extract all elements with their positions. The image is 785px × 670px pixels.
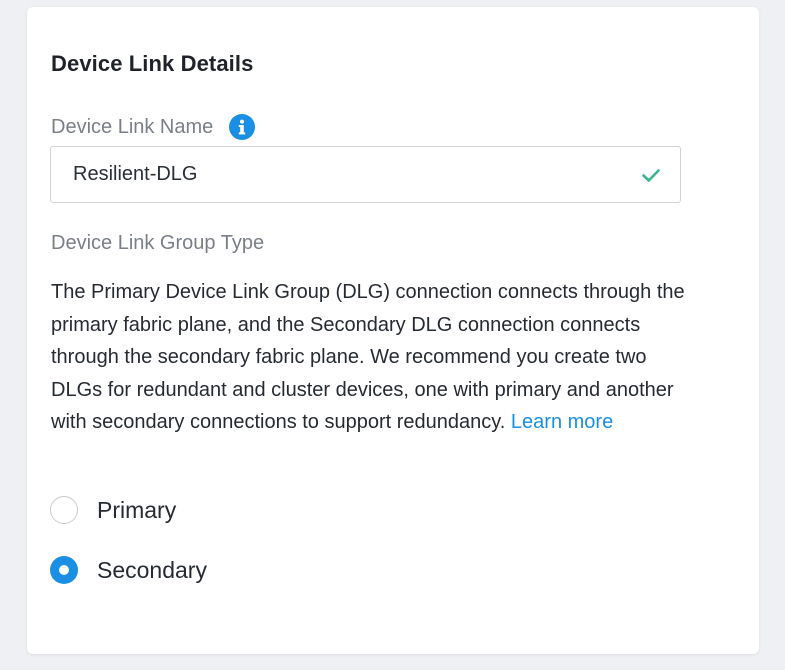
device-link-name-label-text: Device Link Name	[51, 115, 214, 138]
check-icon	[640, 164, 662, 186]
radio-secondary[interactable]: Secondary	[50, 556, 207, 584]
radio-primary[interactable]: Primary	[50, 496, 176, 524]
device-link-name-field	[50, 146, 681, 203]
device-link-name-label: Device Link Name	[51, 114, 256, 140]
group-type-description: The Primary Device Link Group (DLG) conn…	[51, 276, 691, 439]
radio-primary-circle[interactable]	[50, 496, 78, 524]
device-link-name-input[interactable]	[51, 147, 680, 202]
radio-secondary-label[interactable]: Secondary	[97, 557, 207, 584]
radio-primary-label[interactable]: Primary	[97, 497, 176, 524]
info-icon[interactable]	[229, 114, 256, 140]
radio-secondary-circle[interactable]	[50, 556, 78, 584]
learn-more-link[interactable]: Learn more	[511, 411, 613, 433]
device-link-group-type-label: Device Link Group Type	[51, 232, 265, 254]
section-title: Device Link Details	[51, 51, 254, 76]
